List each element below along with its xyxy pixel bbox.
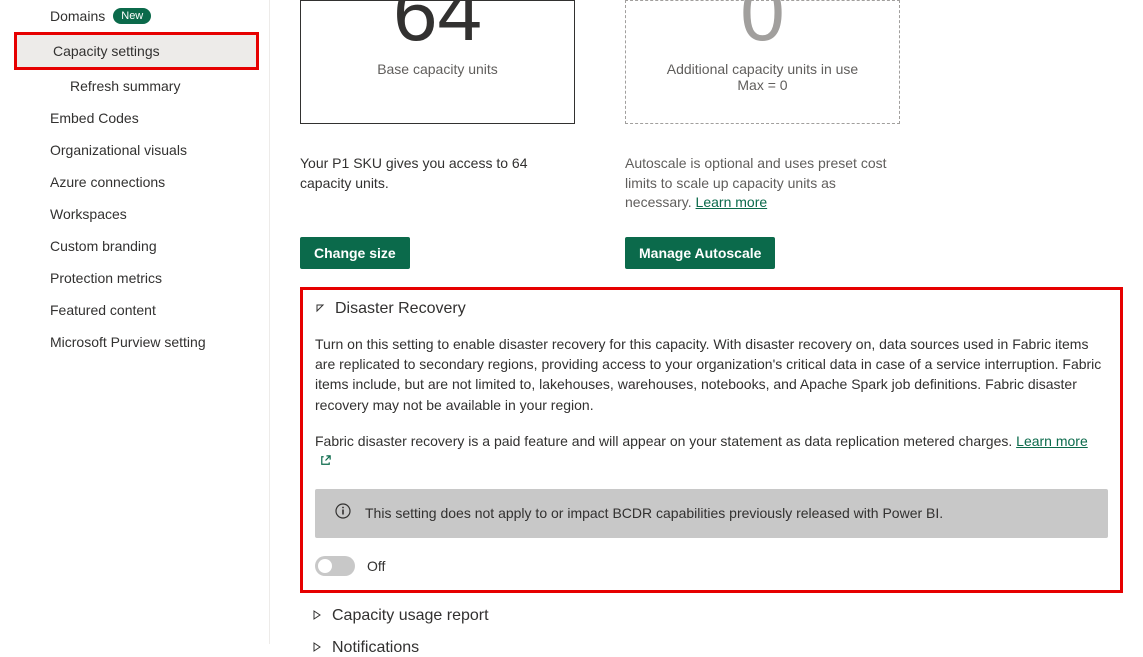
sidebar-item-label: Azure connections <box>50 174 165 190</box>
sidebar-item-capacity-settings[interactable]: Capacity settings <box>17 35 256 67</box>
expand-icon <box>312 607 322 625</box>
new-badge: New <box>113 8 151 24</box>
sidebar-item-azure-connections[interactable]: Azure connections <box>0 166 269 198</box>
dr-toggle-label: Off <box>367 556 385 576</box>
sidebar-item-custom-branding[interactable]: Custom branding <box>0 230 269 262</box>
dr-toggle[interactable] <box>315 556 355 576</box>
sidebar-item-label: Protection metrics <box>50 270 162 286</box>
change-size-button[interactable]: Change size <box>300 237 410 269</box>
info-bar-text: This setting does not apply to or impact… <box>365 503 943 523</box>
additional-capacity-card: 0 Additional capacity units in use Max =… <box>625 0 900 124</box>
notifications-header[interactable]: Notifications <box>300 639 1123 657</box>
sidebar-item-label: Domains <box>50 8 105 24</box>
sidebar-item-protection-metrics[interactable]: Protection metrics <box>0 262 269 294</box>
sidebar-item-label: Embed Codes <box>50 110 139 126</box>
info-icon <box>335 503 351 524</box>
dr-paragraph-1: Turn on this setting to enable disaster … <box>315 334 1108 415</box>
sidebar-item-org-visuals[interactable]: Organizational visuals <box>0 134 269 166</box>
capacity-usage-report-header[interactable]: Capacity usage report <box>300 607 1123 625</box>
external-link-icon <box>319 452 332 472</box>
info-bar: This setting does not apply to or impact… <box>315 489 1108 538</box>
main-content: 64 Base capacity units 0 Additional capa… <box>270 0 1143 644</box>
dr-paragraph-2: Fabric disaster recovery is a paid featu… <box>315 431 1108 473</box>
sidebar-item-workspaces[interactable]: Workspaces <box>0 198 269 230</box>
collapse-icon <box>315 300 325 318</box>
dr-learn-more-link[interactable]: Learn more <box>1016 433 1088 449</box>
sidebar-item-label: Custom branding <box>50 238 157 254</box>
base-capacity-value: 64 <box>393 0 482 43</box>
sidebar-item-label: Capacity settings <box>53 43 160 59</box>
sidebar-item-featured-content[interactable]: Featured content <box>0 294 269 326</box>
section-title: Disaster Recovery <box>335 300 466 318</box>
sidebar-item-embed-codes[interactable]: Embed Codes <box>0 102 269 134</box>
sidebar-item-refresh-summary[interactable]: Refresh summary <box>0 70 269 102</box>
disaster-recovery-body: Turn on this setting to enable disaster … <box>315 334 1108 577</box>
sidebar-item-label: Microsoft Purview setting <box>50 334 206 350</box>
sidebar-item-label: Refresh summary <box>70 78 180 94</box>
base-capacity-card: 64 Base capacity units <box>300 0 575 124</box>
sidebar-item-label: Workspaces <box>50 206 127 222</box>
base-capacity-label: Base capacity units <box>377 61 498 77</box>
sidebar-highlight: Capacity settings <box>14 32 259 70</box>
section-title: Notifications <box>332 639 419 657</box>
additional-capacity-value: 0 <box>740 0 785 43</box>
autoscale-learn-more-link[interactable]: Learn more <box>696 194 768 210</box>
disaster-recovery-header[interactable]: Disaster Recovery <box>315 300 1108 318</box>
manage-autoscale-button[interactable]: Manage Autoscale <box>625 237 775 269</box>
sidebar: Domains New Capacity settings Refresh su… <box>0 0 270 644</box>
disaster-recovery-highlight: Disaster Recovery Turn on this setting t… <box>300 287 1123 594</box>
autoscale-info-text: Autoscale is optional and uses preset co… <box>625 154 900 213</box>
sidebar-item-domains[interactable]: Domains New <box>0 0 269 32</box>
additional-capacity-label: Additional capacity units in use Max = 0 <box>667 61 858 93</box>
sku-info-text: Your P1 SKU gives you access to 64 capac… <box>300 154 575 213</box>
sidebar-item-label: Featured content <box>50 302 156 318</box>
expand-icon <box>312 639 322 657</box>
dr-toggle-row: Off <box>315 556 1108 576</box>
sidebar-item-purview-setting[interactable]: Microsoft Purview setting <box>0 326 269 358</box>
sidebar-item-label: Organizational visuals <box>50 142 187 158</box>
section-title: Capacity usage report <box>332 607 489 625</box>
